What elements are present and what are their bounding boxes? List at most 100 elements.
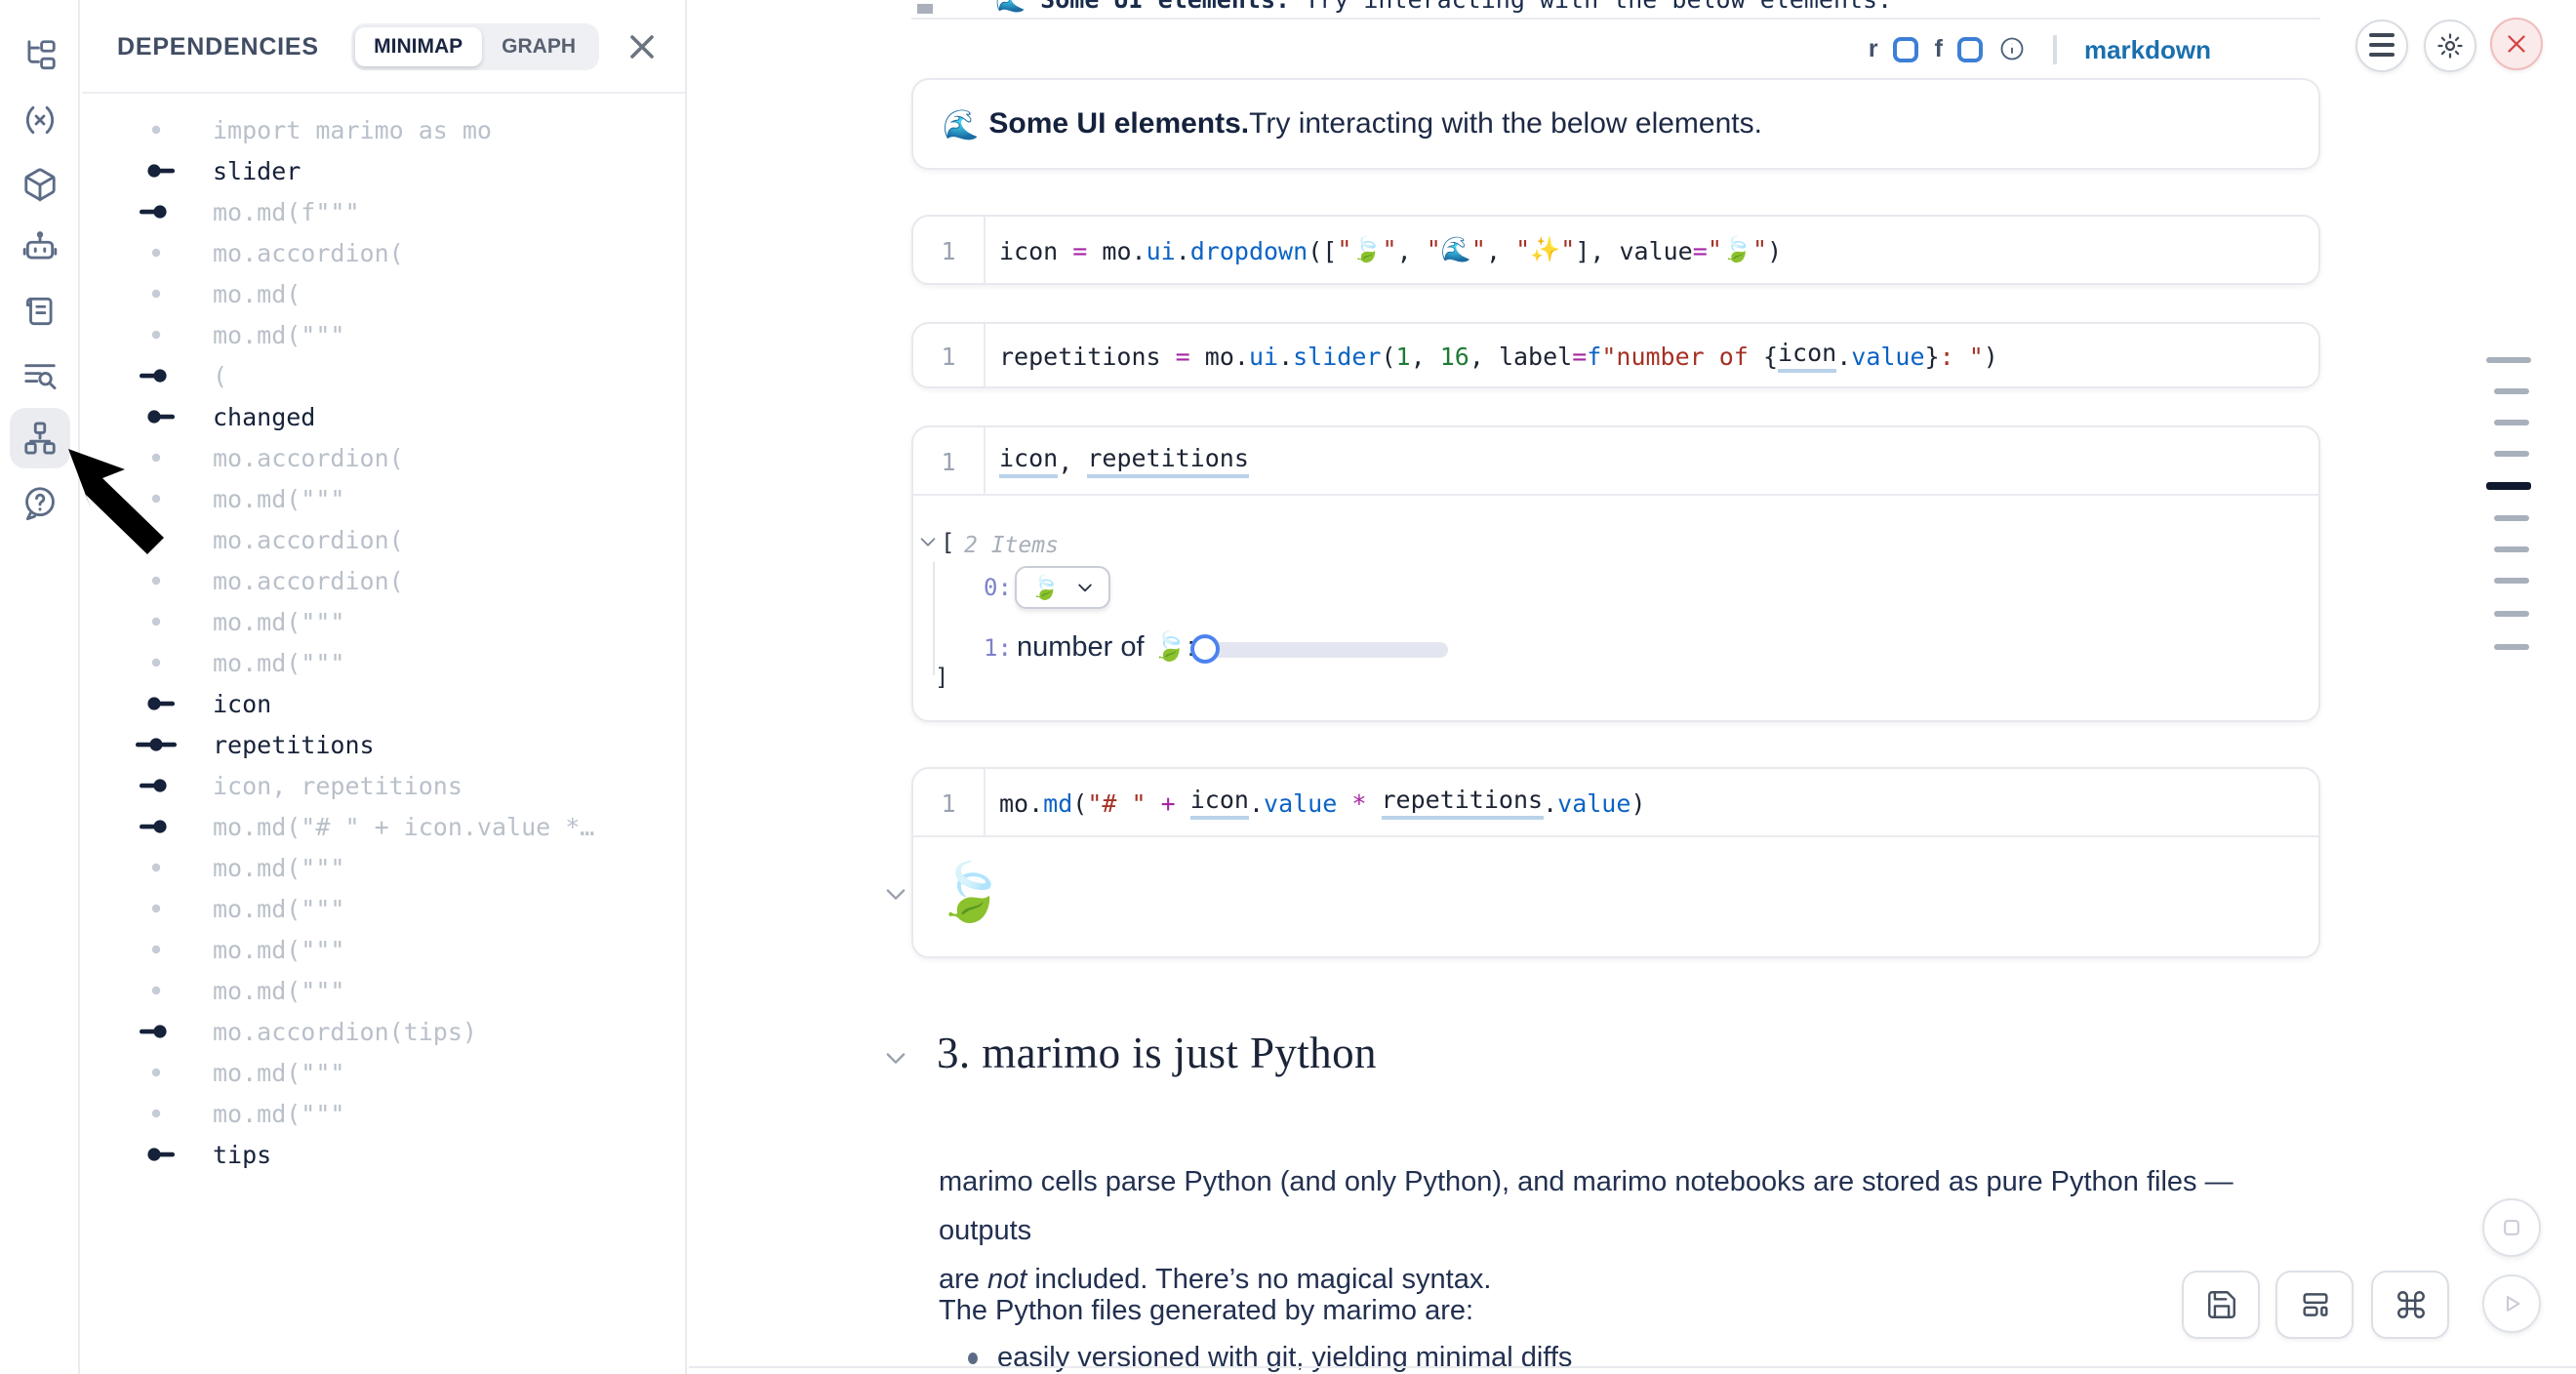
toolbar-divider bbox=[2054, 34, 2057, 63]
minimap-item[interactable]: mo.md(""" bbox=[82, 1093, 685, 1134]
code-token: . bbox=[1836, 341, 1851, 370]
code-cell-tuple[interactable]: 1 icon, repetitions [ 2 Items 0: 🍃 1: nu… bbox=[911, 425, 2320, 722]
sidebar-item-outline-search[interactable] bbox=[10, 345, 70, 406]
save-notebook-button[interactable] bbox=[2182, 1271, 2260, 1339]
code-token: . bbox=[1543, 788, 1557, 817]
code-token: } bbox=[1925, 341, 1940, 370]
stop-button[interactable] bbox=[2482, 1198, 2541, 1257]
code-token: = bbox=[1693, 235, 1708, 264]
sidebar-item-variables[interactable] bbox=[10, 90, 70, 150]
close-icon bbox=[2501, 28, 2530, 58]
scroll-mark[interactable] bbox=[2494, 387, 2529, 393]
code-token: ) bbox=[1767, 235, 1782, 264]
minimap-item[interactable]: mo.md(""" bbox=[82, 929, 685, 970]
scroll-mark[interactable] bbox=[2494, 450, 2529, 456]
minimap-item[interactable]: mo.md(""" bbox=[82, 847, 685, 888]
minimap-item[interactable]: icon bbox=[82, 683, 685, 724]
sidebar-item-ai-assistant[interactable] bbox=[10, 217, 70, 277]
minimap-item-label: icon, repetitions bbox=[213, 771, 463, 800]
code-line[interactable]: icon = mo.ui.dropdown(["🍃", "🌊", "✨"], v… bbox=[984, 217, 2318, 283]
minimap-item[interactable]: mo.md(""" bbox=[82, 888, 685, 929]
minimap-item[interactable]: mo.md(""" bbox=[82, 478, 685, 519]
section-collapse-chevron[interactable] bbox=[882, 1044, 909, 1071]
code-cell-dropdown[interactable]: 1 icon = mo.ui.dropdown(["🍃", "🌊", "✨"],… bbox=[911, 215, 2320, 285]
code-cell-slider[interactable]: 1 repetitions = mo.ui.slider(1, 16, labe… bbox=[911, 322, 2320, 388]
minimap-item[interactable]: mo.md(""" bbox=[82, 642, 685, 683]
minimap-item-label: slider bbox=[213, 156, 301, 185]
minimap-item[interactable]: mo.md(""" bbox=[82, 601, 685, 642]
minimap-item[interactable]: import marimo as mo bbox=[82, 109, 685, 150]
code-cell-md-expression[interactable]: 1 mo.md("# " + icon.value * repetitions.… bbox=[911, 767, 2320, 958]
dropdown-control[interactable]: 🍃 bbox=[1015, 566, 1110, 609]
minimap-item[interactable]: mo.accordion( bbox=[82, 437, 685, 478]
minimap-item[interactable]: mo.md(""" bbox=[82, 1052, 685, 1093]
output-collapse-chevron[interactable] bbox=[882, 880, 909, 908]
markdown-output-cell[interactable]: 🌊 Some UI elements. Try interacting with… bbox=[911, 78, 2320, 170]
scroll-mark[interactable] bbox=[2494, 514, 2529, 520]
slider-knob[interactable] bbox=[1190, 634, 1220, 664]
raw-string-checkbox[interactable] bbox=[1894, 36, 1919, 61]
notebook-menu-button[interactable] bbox=[2355, 19, 2407, 71]
layout-toggle-button[interactable] bbox=[2275, 1271, 2354, 1339]
scroll-mark[interactable] bbox=[2494, 578, 2529, 584]
minimap-item[interactable]: slider bbox=[82, 150, 685, 191]
minimap-item[interactable]: tips bbox=[82, 1134, 685, 1175]
dependencies-panel: DEPENDENCIES MINIMAP GRAPH import marimo… bbox=[82, 0, 687, 1374]
minimap-item[interactable]: mo.accordion( bbox=[82, 519, 685, 560]
scroll-mark[interactable] bbox=[2494, 610, 2529, 616]
chevron-down-icon bbox=[1075, 578, 1095, 597]
shutdown-button[interactable] bbox=[2489, 17, 2542, 69]
tree-index-1: 1: bbox=[984, 634, 1012, 662]
language-indicator[interactable]: markdown bbox=[2084, 34, 2211, 63]
slider-track[interactable] bbox=[1192, 642, 1448, 658]
tree-collapse-chevron[interactable] bbox=[917, 531, 939, 552]
sidebar-item-file-tree[interactable] bbox=[10, 25, 70, 86]
leaf-emoji-large: 🍃 bbox=[935, 867, 1005, 923]
minimap-item[interactable]: mo.accordion(tips) bbox=[82, 1011, 685, 1052]
minimap-item[interactable]: ( bbox=[82, 355, 685, 396]
minimap-item[interactable]: changed bbox=[82, 396, 685, 437]
line-number: 1 bbox=[913, 769, 984, 835]
scroll-mark[interactable] bbox=[2486, 356, 2531, 363]
code-token: ], bbox=[1575, 235, 1619, 264]
close-icon bbox=[628, 32, 656, 60]
minimap-item[interactable]: mo.accordion( bbox=[82, 560, 685, 601]
info-icon[interactable] bbox=[1999, 35, 2027, 62]
minimap-item[interactable]: mo.md("# " + icon.value *… bbox=[82, 806, 685, 847]
tab-minimap[interactable]: MINIMAP bbox=[354, 26, 482, 65]
sidebar-item-dependencies[interactable] bbox=[10, 408, 70, 468]
minimap-item[interactable]: repetitions bbox=[82, 724, 685, 765]
sidebar-item-help[interactable] bbox=[10, 472, 70, 533]
close-panel-button[interactable] bbox=[623, 26, 662, 65]
md-rest-text: Try interacting with the below elements. bbox=[1249, 107, 1762, 141]
ref-marker-icon bbox=[129, 355, 187, 396]
minimap-item-label: tips bbox=[213, 1140, 271, 1169]
scroll-mark[interactable] bbox=[2494, 419, 2529, 424]
minimap-item[interactable]: mo.md(""" bbox=[82, 970, 685, 1011]
scroll-mark-active[interactable] bbox=[2486, 482, 2531, 489]
minimap-item[interactable]: mo.md(""" bbox=[82, 314, 685, 355]
tab-graph[interactable]: GRAPH bbox=[482, 26, 595, 65]
bottom-divider bbox=[689, 1366, 2576, 1368]
minimap-item-label: mo.md(f""" bbox=[213, 197, 360, 226]
both-marker-icon bbox=[129, 724, 187, 765]
code-line[interactable]: icon, repetitions bbox=[984, 427, 2318, 494]
leaf-emoji: 🍃 bbox=[1030, 574, 1060, 601]
scroll-mark[interactable] bbox=[2494, 546, 2529, 551]
sidebar-item-packages[interactable] bbox=[10, 154, 70, 215]
scroll-mark[interactable] bbox=[2494, 643, 2529, 649]
f-string-checkbox[interactable] bbox=[1958, 36, 1984, 61]
clipped-markdown-editor[interactable]: 🌊 Some UI elements. Try interacting with… bbox=[911, 0, 2320, 20]
minimap-item[interactable]: mo.md(f""" bbox=[82, 191, 685, 232]
sidebar-item-logs[interactable] bbox=[10, 281, 70, 342]
code-line[interactable]: repetitions = mo.ui.slider(1, 16, label=… bbox=[984, 324, 2318, 386]
minimap-item[interactable]: mo.accordion( bbox=[82, 232, 685, 273]
minimap-item[interactable]: icon, repetitions bbox=[82, 765, 685, 806]
minimap-item[interactable]: mo.md( bbox=[82, 273, 685, 314]
def-marker-icon bbox=[129, 150, 187, 191]
run-button[interactable] bbox=[2482, 1274, 2541, 1333]
code-line[interactable]: mo.md("# " + icon.value * repetitions.va… bbox=[984, 769, 2318, 835]
code-token: , bbox=[1058, 446, 1087, 475]
settings-button[interactable] bbox=[2423, 19, 2475, 71]
keyboard-shortcuts-button[interactable] bbox=[2371, 1271, 2449, 1339]
